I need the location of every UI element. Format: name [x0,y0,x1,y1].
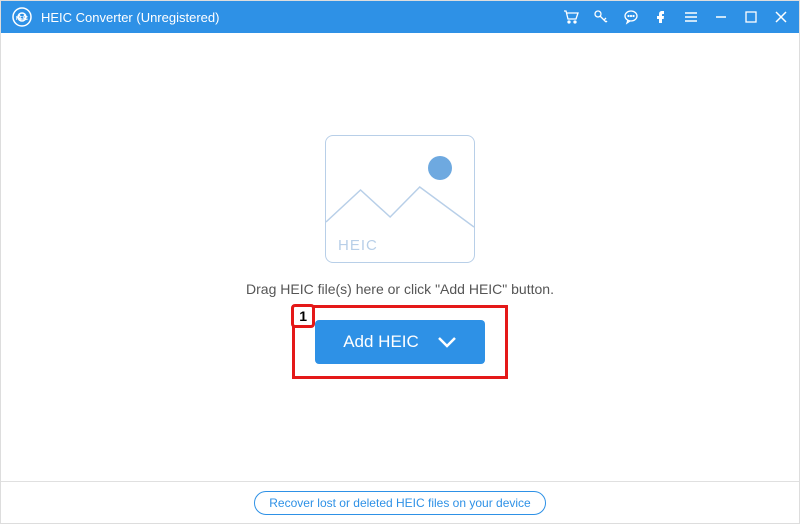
maximize-icon[interactable] [743,9,759,25]
heic-placeholder-icon: HEIC [325,135,475,263]
placeholder-label: HEIC [338,237,378,254]
placeholder-sun-icon [428,156,452,180]
annotation-badge: 1 [291,304,315,328]
add-heic-button-label: Add HEIC [343,332,419,352]
recover-files-link[interactable]: Recover lost or deleted HEIC files on yo… [254,491,545,515]
close-icon[interactable] [773,9,789,25]
cart-icon[interactable] [563,9,579,25]
annotation-highlight: 1 Add HEIC [292,305,508,379]
key-icon[interactable] [593,9,609,25]
menu-icon[interactable] [683,9,699,25]
drag-instruction-text: Drag HEIC file(s) here or click "Add HEI… [246,281,554,297]
svg-text:HEIC: HEIC [16,16,28,22]
titlebar-right [563,9,789,25]
add-heic-button[interactable]: Add HEIC [315,320,485,364]
chevron-down-icon [437,336,457,348]
footer: Recover lost or deleted HEIC files on yo… [1,481,799,523]
app-title: HEIC Converter (Unregistered) [41,10,219,25]
chat-icon[interactable] [623,9,639,25]
titlebar-left: HEIC HEIC Converter (Unregistered) [11,6,219,28]
facebook-icon[interactable] [653,9,669,25]
minimize-icon[interactable] [713,9,729,25]
main-dropzone[interactable]: HEIC Drag HEIC file(s) here or click "Ad… [1,33,799,481]
titlebar: HEIC HEIC Converter (Unregistered) [1,1,799,33]
placeholder-mountain-icon [326,182,474,232]
app-logo-icon: HEIC [11,6,33,28]
